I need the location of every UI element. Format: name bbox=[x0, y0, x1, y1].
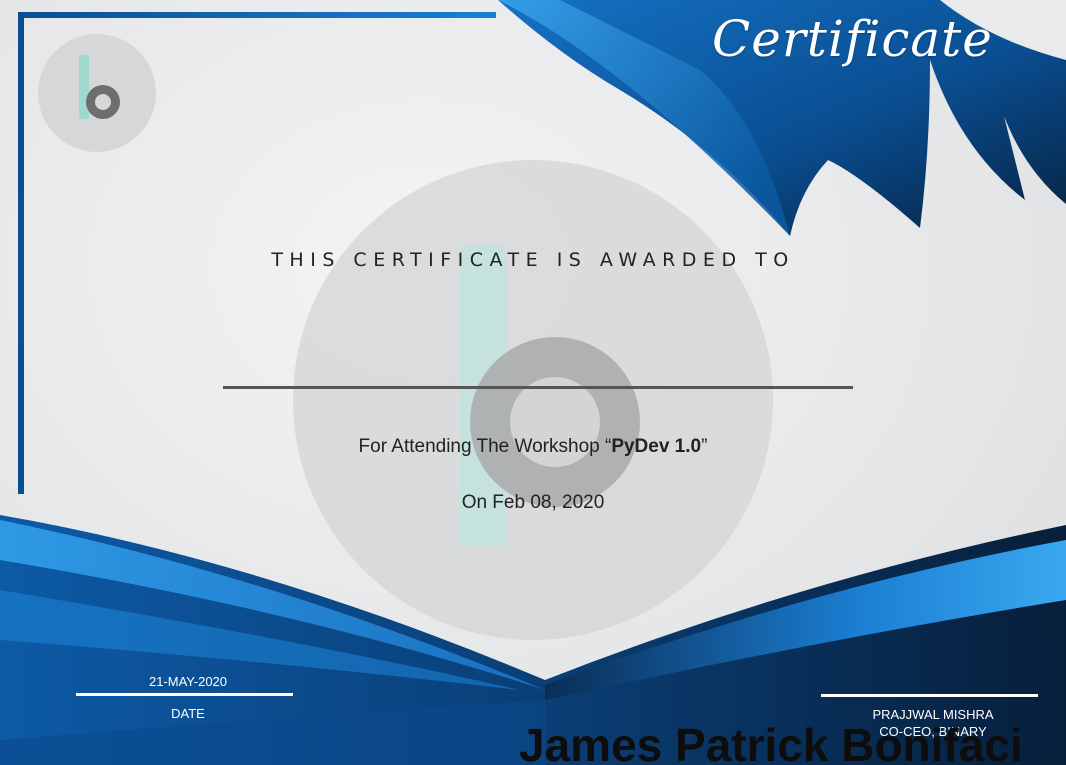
issue-date: 21-MAY-2020 bbox=[148, 674, 228, 689]
recipient-name-line bbox=[223, 386, 853, 389]
workshop-line: For Attending The Workshop “PyDev 1.0” bbox=[0, 436, 1066, 458]
certificate-title: Certificate bbox=[712, 10, 993, 68]
awarded-text: THIS CERTIFICATE IS AWARDED TO bbox=[271, 249, 795, 271]
binary-b-logo-icon bbox=[38, 34, 156, 152]
signatory-line bbox=[821, 694, 1038, 697]
workshop-prefix: For Attending The Workshop “ bbox=[358, 436, 612, 457]
date-label: DATE bbox=[171, 706, 205, 721]
event-date: On Feb 08, 2020 bbox=[461, 492, 605, 513]
workshop-name: PyDev 1.0 bbox=[611, 436, 702, 457]
watermark-logo-icon bbox=[293, 160, 773, 640]
recipient-name: James Patrick Bonifaci bbox=[519, 719, 1023, 765]
certificate-page: Certificate THIS CERTIFICATE IS AWARDED … bbox=[0, 0, 1066, 765]
workshop-suffix: ” bbox=[701, 436, 708, 457]
date-signature-line bbox=[76, 693, 293, 696]
